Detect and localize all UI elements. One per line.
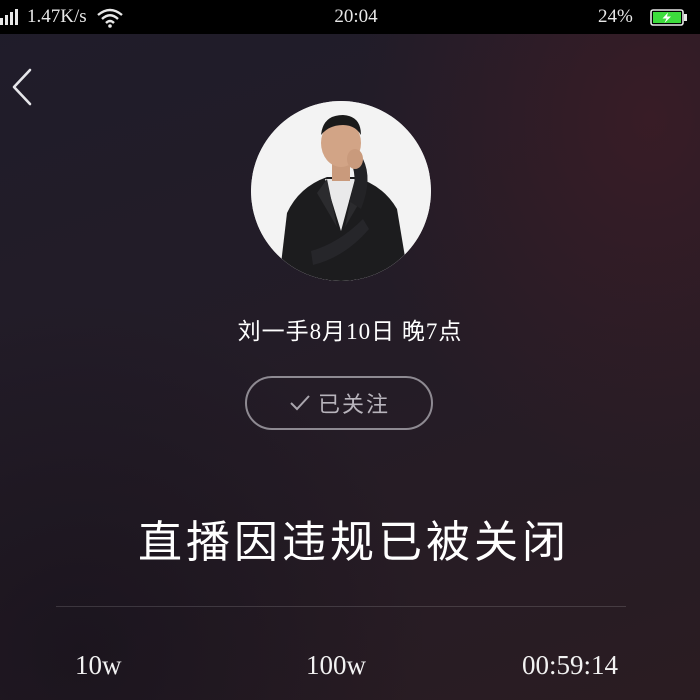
back-button[interactable] bbox=[8, 64, 38, 110]
streamer-avatar bbox=[251, 101, 431, 281]
live-ended-screen: 1.47K/s 20:04 24% 刘一手8月10日 晚7点 已关注 直播因违规… bbox=[0, 0, 700, 700]
check-icon bbox=[290, 395, 310, 411]
battery-percent: 24% bbox=[598, 6, 633, 27]
follow-button[interactable]: 已关注 bbox=[245, 376, 433, 430]
divider bbox=[56, 606, 626, 607]
stat-value: 100w bbox=[306, 650, 366, 680]
follow-label: 已关注 bbox=[317, 393, 390, 418]
status-bar: 1.47K/s 20:04 24% bbox=[0, 0, 700, 34]
live-title: 刘一手8月10日 晚7点 bbox=[237, 319, 463, 344]
status-time: 20:04 bbox=[334, 6, 378, 27]
battery-charging-icon bbox=[650, 9, 687, 26]
live-duration: 00:59:14 bbox=[522, 650, 619, 680]
live-closed-message: 直播因违规已被关闭 bbox=[138, 518, 570, 567]
stat-value: 10w bbox=[75, 650, 122, 680]
